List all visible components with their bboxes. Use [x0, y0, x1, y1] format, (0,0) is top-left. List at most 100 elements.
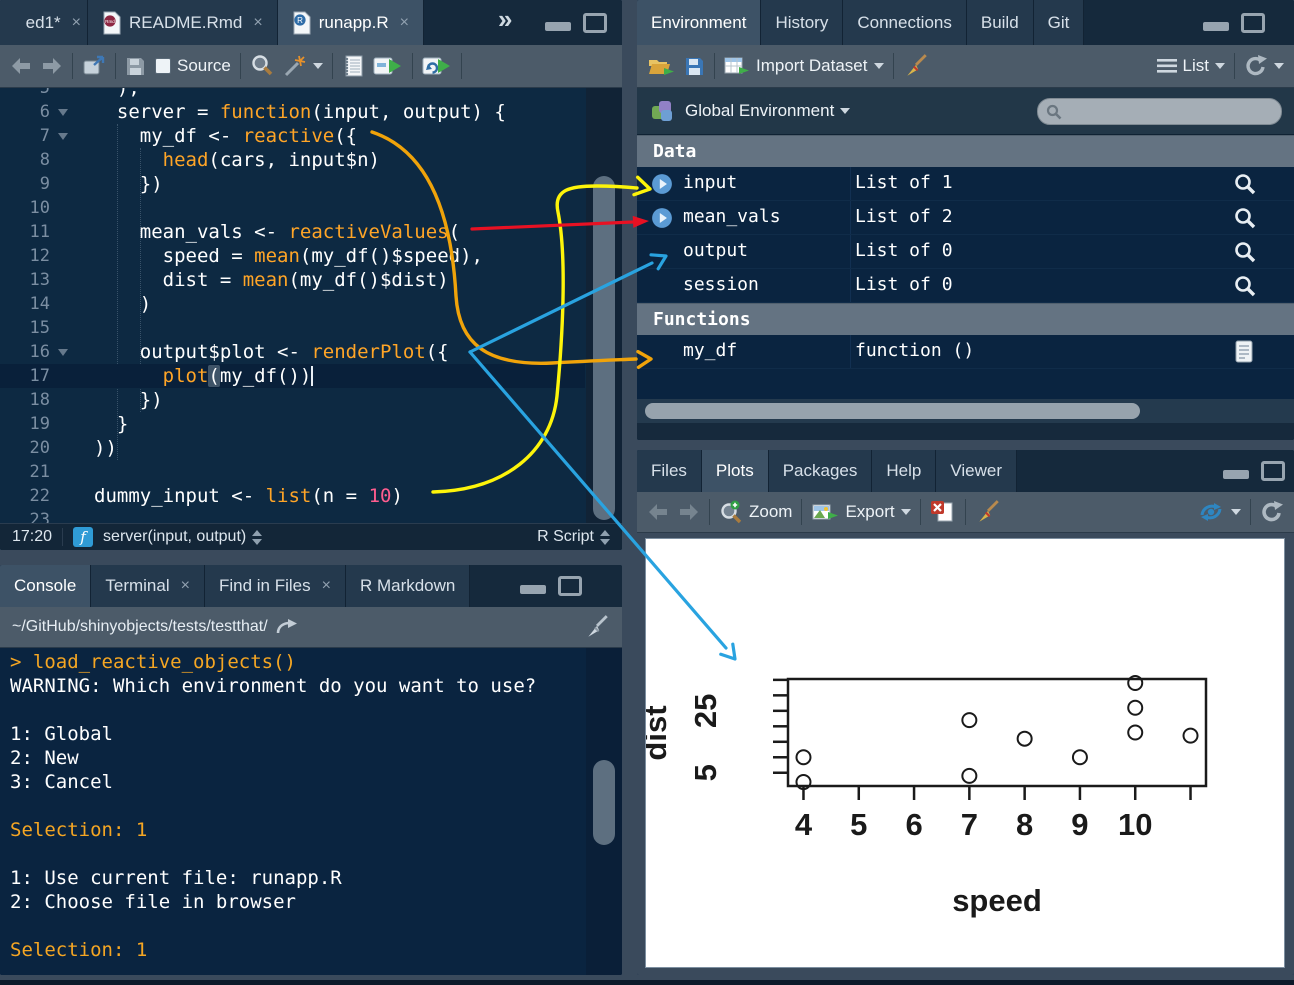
code-line-10[interactable]: 10: [0, 196, 585, 220]
source-on-save-toggle[interactable]: Source: [155, 56, 231, 76]
close-icon[interactable]: ×: [181, 577, 190, 595]
code-line-5[interactable]: 5 ),: [0, 88, 585, 100]
tab-overflow-icon[interactable]: »: [498, 4, 512, 35]
tab-history[interactable]: History: [761, 0, 843, 45]
publish-button[interactable]: [1197, 501, 1241, 523]
code-line-20[interactable]: 20)): [0, 436, 585, 460]
view-function-icon[interactable]: [1233, 340, 1257, 364]
back-icon[interactable]: [10, 57, 32, 75]
find-replace-icon[interactable]: [250, 54, 274, 78]
forward-icon[interactable]: [41, 57, 63, 75]
remove-plot-icon[interactable]: [930, 500, 956, 524]
rerun-source-icon[interactable]: [422, 55, 452, 77]
save-workspace-icon[interactable]: [684, 56, 705, 77]
maximize-icon[interactable]: [1261, 461, 1285, 481]
code-tools-button[interactable]: [283, 54, 323, 78]
environment-row-mean_vals[interactable]: mean_valsList of 2: [637, 201, 1294, 235]
scope-selector[interactable]: server(input, output): [103, 528, 262, 546]
code-line-14[interactable]: 14 ): [0, 292, 585, 316]
editor-scrollbar-thumb[interactable]: [593, 176, 615, 520]
minimize-icon[interactable]: [1223, 461, 1249, 481]
environment-search[interactable]: [1037, 98, 1282, 125]
close-icon[interactable]: ×: [253, 14, 262, 32]
tab-r-markdown[interactable]: R Markdown: [346, 565, 470, 607]
clear-plots-broom-icon[interactable]: [975, 499, 1001, 525]
environment-row-input[interactable]: inputList of 1: [637, 167, 1294, 201]
tab-console[interactable]: Console: [0, 565, 91, 607]
tab-terminal[interactable]: Terminal ×: [91, 565, 205, 607]
export-plot-button[interactable]: Export: [811, 501, 910, 523]
refresh-plot-icon[interactable]: [1260, 500, 1284, 524]
editor-tab-runapp[interactable]: R runapp.R ×: [278, 0, 424, 45]
environment-row-my_df[interactable]: my_dffunction (): [637, 335, 1294, 369]
minimize-icon[interactable]: [520, 576, 546, 596]
clear-environment-broom-icon[interactable]: [903, 53, 929, 79]
code-line-13[interactable]: 13 dist = mean(my_df()$dist): [0, 268, 585, 292]
code-line-8[interactable]: 8 head(cars, input$n): [0, 148, 585, 172]
code-line-16[interactable]: 16 output$plot <- renderPlot({: [0, 340, 585, 364]
import-dataset-button[interactable]: Import Dataset: [724, 55, 884, 77]
code-line-6[interactable]: 6 server = function(input, output) {: [0, 100, 585, 124]
console-scrollbar-thumb[interactable]: [593, 760, 615, 845]
inspect-magnifier-icon[interactable]: [1233, 240, 1257, 264]
fold-marker-icon[interactable]: [58, 133, 68, 140]
inspect-magnifier-icon[interactable]: [1233, 274, 1257, 298]
tab-find-in-files[interactable]: Find in Files ×: [205, 565, 346, 607]
file-type-selector[interactable]: R Script: [537, 528, 610, 546]
environment-row-output[interactable]: outputList of 0: [637, 235, 1294, 269]
open-in-new-window-icon[interactable]: [82, 55, 106, 77]
previous-plot-icon[interactable]: [647, 503, 669, 521]
editor-tab-readme[interactable]: Rmd README.Rmd ×: [88, 0, 278, 45]
refresh-environment-button[interactable]: [1244, 54, 1284, 78]
fold-marker-icon[interactable]: [58, 349, 68, 356]
fold-marker-icon[interactable]: [58, 109, 68, 116]
zoom-plot-button[interactable]: Zoom: [719, 500, 792, 524]
save-icon[interactable]: [125, 56, 146, 77]
code-line-17[interactable]: 17 plot(my_df()): [0, 364, 585, 388]
close-icon[interactable]: ×: [400, 14, 409, 32]
scope-dropdown[interactable]: Global Environment: [685, 101, 850, 121]
code-line-19[interactable]: 19 }: [0, 412, 585, 436]
code-line-15[interactable]: 15: [0, 316, 585, 340]
tab-build[interactable]: Build: [967, 0, 1034, 45]
run-line-icon[interactable]: [373, 55, 403, 77]
code-line-11[interactable]: 11 mean_vals <- reactiveValues(: [0, 220, 585, 244]
checkbox-icon[interactable]: [155, 58, 171, 74]
clear-console-broom-icon[interactable]: [584, 614, 610, 640]
tab-environment[interactable]: Environment: [637, 0, 761, 45]
maximize-icon[interactable]: [1241, 13, 1265, 33]
code-line-21[interactable]: 21: [0, 460, 585, 484]
code-line-18[interactable]: 18 }): [0, 388, 585, 412]
console-output[interactable]: > load_reactive_objects()WARNING: Which …: [0, 648, 622, 975]
environment-search-input[interactable]: [1068, 103, 1273, 120]
environment-row-session[interactable]: sessionList of 0: [637, 269, 1294, 303]
minimize-icon[interactable]: [1203, 13, 1229, 33]
next-plot-icon[interactable]: [678, 503, 700, 521]
inspect-magnifier-icon[interactable]: [1233, 172, 1257, 196]
tab-viewer[interactable]: Viewer: [936, 450, 1017, 492]
code-line-22[interactable]: 22dummy_input <- list(n = 10): [0, 484, 585, 508]
compile-notebook-icon[interactable]: [342, 54, 364, 78]
load-workspace-icon[interactable]: [647, 55, 675, 77]
code-editor[interactable]: 5 ),6 server = function(input, output) {…: [0, 88, 622, 523]
tab-files[interactable]: Files: [637, 450, 702, 492]
view-mode-selector[interactable]: List: [1157, 56, 1225, 76]
code-line-12[interactable]: 12 speed = mean(my_df()$speed),: [0, 244, 585, 268]
editor-tab-untitled[interactable]: ed1* ×: [0, 0, 88, 45]
expand-icon[interactable]: [651, 173, 673, 195]
code-line-7[interactable]: 7 my_df <- reactive({: [0, 124, 585, 148]
tab-help[interactable]: Help: [872, 450, 936, 492]
tab-plots[interactable]: Plots: [702, 450, 769, 492]
tab-connections[interactable]: Connections: [843, 0, 967, 45]
expand-icon[interactable]: [651, 207, 673, 229]
goto-directory-icon[interactable]: [276, 619, 298, 635]
maximize-icon[interactable]: [583, 13, 607, 33]
maximize-icon[interactable]: [558, 576, 582, 596]
tab-git[interactable]: Git: [1034, 0, 1085, 45]
inspect-magnifier-icon[interactable]: [1233, 206, 1257, 230]
close-icon[interactable]: ×: [322, 577, 331, 595]
close-icon[interactable]: ×: [72, 14, 81, 32]
minimize-icon[interactable]: [545, 13, 571, 33]
tab-packages[interactable]: Packages: [769, 450, 873, 492]
code-line-9[interactable]: 9 }): [0, 172, 585, 196]
